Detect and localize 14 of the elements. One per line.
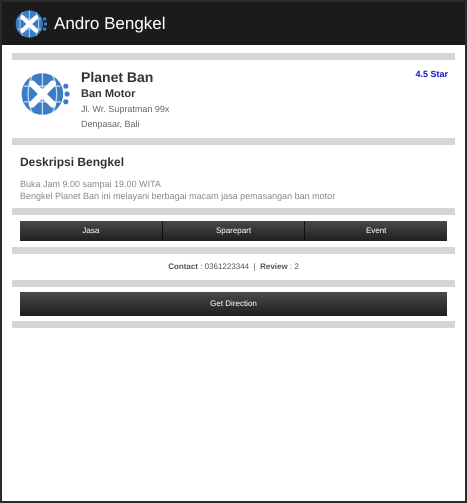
get-direction-button[interactable]: Get Direction (20, 292, 447, 316)
description-text: Bengkel Planet Ban ini melayani berbagai macam jasa pemasangan ban motor (20, 190, 336, 202)
contact-info: Contact : 0361223344 | Review : 2 (168, 261, 299, 273)
shop-name: Planet Ban (81, 68, 154, 86)
rating: 4.5 Star (415, 68, 448, 81)
description-text: Buka Jam 9.00 sampai 19.00 WITA (20, 178, 162, 190)
tab[interactable]: Sparepart (162, 221, 306, 241)
tab[interactable]: Jasa (20, 221, 163, 241)
description-heading: Deskripsi Bengkel (20, 154, 126, 171)
tab[interactable]: Event (305, 221, 448, 241)
shop-address: Jl. Wr. Supratman 99x (81, 103, 170, 116)
shop-city: Denpasar, Bali (81, 118, 141, 131)
shop-category: Ban Motor (81, 87, 136, 102)
app-title: Andro Bengkel (54, 12, 166, 35)
